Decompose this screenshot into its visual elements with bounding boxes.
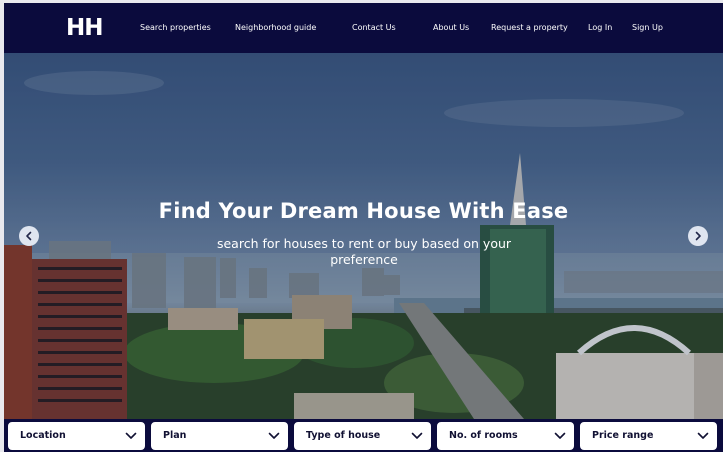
type-of-house-dropdown[interactable]: Type of house [293, 421, 432, 451]
chevron-right-icon [695, 231, 701, 241]
chevron-down-icon [554, 432, 566, 439]
number-of-rooms-label: No. of rooms [449, 430, 518, 441]
top-navbar: HH Search properties Neighborhood guide … [4, 3, 723, 53]
hero-title: Find Your Dream House With Ease [158, 199, 569, 223]
nav-neighborhood-guide[interactable]: Neighborhood guide [235, 22, 316, 34]
hero-subtitle: search for houses to rent or buy based o… [216, 236, 512, 267]
chevron-down-icon [125, 432, 137, 439]
carousel-next-button[interactable] [688, 226, 708, 246]
nav-search-properties[interactable]: Search properties [140, 22, 211, 34]
location-dropdown[interactable]: Location [7, 421, 146, 451]
type-of-house-label: Type of house [306, 430, 381, 441]
chevron-down-icon [268, 432, 280, 439]
chevron-left-icon [26, 231, 32, 241]
nav-log-in[interactable]: Log In [588, 22, 612, 34]
nav-about-us[interactable]: About Us [433, 22, 469, 34]
chevron-down-icon [411, 432, 423, 439]
price-range-label: Price range [592, 430, 654, 441]
nav-sign-up[interactable]: Sign Up [632, 22, 663, 34]
page-frame: HH Search properties Neighborhood guide … [0, 0, 723, 452]
chevron-down-icon [697, 432, 709, 439]
nav-request-property[interactable]: Request a property [491, 22, 568, 34]
site-logo[interactable]: HH [66, 15, 104, 41]
hero-banner: Find Your Dream House With Ease search f… [4, 53, 723, 419]
plan-label: Plan [163, 430, 187, 441]
number-of-rooms-dropdown[interactable]: No. of rooms [436, 421, 575, 451]
carousel-prev-button[interactable] [19, 226, 39, 246]
search-filters-bar: Location Plan Type of house No. of rooms… [4, 419, 723, 452]
plan-dropdown[interactable]: Plan [150, 421, 289, 451]
price-range-dropdown[interactable]: Price range [579, 421, 718, 451]
nav-contact-us[interactable]: Contact Us [352, 22, 396, 34]
location-label: Location [20, 430, 66, 441]
